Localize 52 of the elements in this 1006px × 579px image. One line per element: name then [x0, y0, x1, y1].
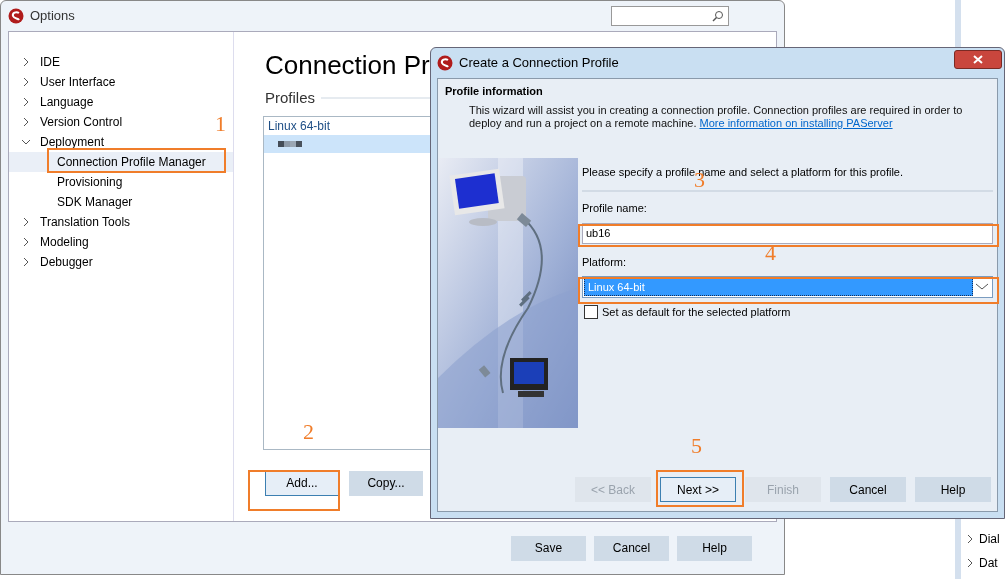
dialog-title: Create a Connection Profile: [459, 54, 619, 73]
dialog-button[interactable]: Copy...: [349, 470, 423, 496]
chevron-right-icon[interactable]: [21, 97, 31, 107]
dialog-button[interactable]: Add...: [265, 470, 339, 496]
tree-item[interactable]: Provisioning: [57, 173, 123, 191]
redacted-mark-icon: [278, 140, 302, 147]
tree-item[interactable]: User Interface: [40, 73, 116, 91]
chevron-down-icon[interactable]: [21, 137, 31, 147]
app-logo-icon: [8, 8, 24, 24]
tree-item[interactable]: Version Control: [40, 113, 123, 131]
field-label: Profile name:: [582, 201, 647, 216]
search-field[interactable]: [611, 6, 729, 26]
app-logo-icon: [437, 55, 453, 71]
tree-item[interactable]: IDE: [40, 53, 60, 71]
close-button[interactable]: [954, 50, 1002, 69]
tree-item[interactable]: Language: [40, 93, 94, 111]
checkbox[interactable]: [584, 305, 598, 320]
window-title: Options: [30, 7, 75, 26]
chevron-right-icon[interactable]: [21, 237, 31, 247]
dialog-button[interactable]: Cancel: [830, 477, 906, 502]
tree-item[interactable]: SDK Manager: [57, 193, 133, 211]
annotation-number: 4: [765, 241, 776, 265]
section-title: Profile information: [445, 84, 544, 99]
field-label: Platform:: [582, 254, 626, 270]
tree-item[interactable]: Modeling: [40, 233, 89, 251]
profile-name-field[interactable]: ub16: [582, 222, 993, 244]
dialog-button[interactable]: Cancel: [594, 535, 669, 561]
annotation-number: 5: [691, 434, 702, 458]
tree-item[interactable]: Dat: [979, 554, 998, 572]
checkbox-label: Set as default for the selected platform: [602, 305, 791, 320]
chevron-right-icon[interactable]: [965, 534, 975, 544]
page-heading: Connection Pr: [265, 49, 430, 82]
search-icon: [712, 10, 724, 22]
dialog-button[interactable]: Help: [677, 535, 752, 561]
close-icon: [973, 55, 983, 64]
chevron-right-icon[interactable]: [965, 558, 975, 568]
dialog-button[interactable]: Next >>: [660, 477, 736, 502]
tree-item[interactable]: Deployment: [40, 133, 105, 151]
chevron-right-icon[interactable]: [21, 257, 31, 267]
info-link[interactable]: More information on installing PAServer: [699, 116, 893, 129]
section-label: Profiles: [265, 88, 316, 108]
annotation-number: 1: [215, 112, 226, 136]
chevron-right-icon[interactable]: [21, 57, 31, 67]
dialog-button[interactable]: Help: [915, 477, 991, 502]
tree-item[interactable]: Translation Tools: [40, 213, 131, 231]
chevron-right-icon[interactable]: [21, 117, 31, 127]
annotation-number: 2: [303, 420, 314, 444]
tree-item[interactable]: Debugger: [40, 253, 93, 271]
chevron-right-icon[interactable]: [21, 77, 31, 87]
dialog-button[interactable]: Save: [511, 535, 586, 561]
chevron-right-icon[interactable]: [21, 217, 31, 227]
tree-item[interactable]: Dial: [979, 530, 1000, 548]
